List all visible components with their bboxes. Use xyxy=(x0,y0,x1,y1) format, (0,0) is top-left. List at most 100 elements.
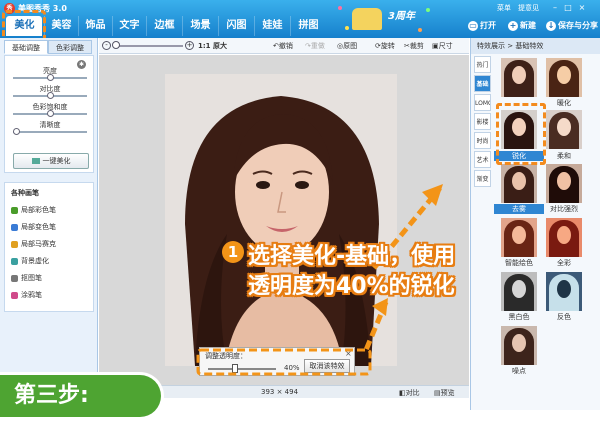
brightness-knob[interactable] xyxy=(46,74,54,81)
menu-link[interactable]: 菜单 xyxy=(497,3,511,13)
effect-label-invert[interactable]: 反色 xyxy=(539,312,589,322)
category-fashion[interactable]: 时尚 xyxy=(474,132,491,149)
feedback-link[interactable]: 提意见 xyxy=(518,3,539,13)
minimize-icon[interactable]: – xyxy=(550,3,560,12)
instruction-line-2: 透明度为40%的锐化 xyxy=(248,274,455,299)
close-icon[interactable]: × xyxy=(577,3,587,12)
effects-breadcrumb: 特效展示 > 基础特效 xyxy=(471,38,600,54)
effect-thumb-soft[interactable] xyxy=(546,110,582,149)
category-gradient[interactable]: 渐变 xyxy=(474,170,491,187)
maximize-icon[interactable]: □ xyxy=(563,3,573,12)
effect-thumb-bw[interactable] xyxy=(501,272,537,311)
zoom-in-icon[interactable]: + xyxy=(185,41,194,50)
effect-thumb-high-contrast[interactable] xyxy=(546,164,582,203)
nav-tab-flash[interactable]: 闪图 xyxy=(218,16,254,36)
sharpness-knob[interactable] xyxy=(13,128,21,135)
effect-thumb-plain[interactable] xyxy=(501,58,537,97)
one-click-beautify-button[interactable]: 一键美化 xyxy=(13,153,89,169)
save-share-button[interactable]: ↓ 保存与分享 xyxy=(546,20,598,31)
nav-tab-accessories[interactable]: 饰品 xyxy=(78,16,112,36)
size-button[interactable]: ▣尺寸 xyxy=(432,41,453,51)
effect-thumb-warm[interactable] xyxy=(546,58,582,97)
step-label: 第三步: xyxy=(0,372,164,420)
image-icon xyxy=(31,158,40,164)
sharpness-slider[interactable] xyxy=(13,131,87,133)
crop-button[interactable]: ✂裁剪 xyxy=(404,41,424,51)
step-number-badge: 1 xyxy=(222,241,244,263)
effect-thumb-smart-color[interactable] xyxy=(501,218,537,257)
brush-icon xyxy=(11,291,18,299)
category-hot[interactable]: 热门 xyxy=(474,56,491,73)
category-studio[interactable]: 影楼 xyxy=(474,113,491,130)
brush-icon xyxy=(11,257,18,265)
category-lomo[interactable]: LOMO xyxy=(474,94,491,111)
face-shape xyxy=(557,172,571,190)
effect-label-bw[interactable]: 黑白色 xyxy=(494,312,544,322)
brush-icon xyxy=(11,206,18,214)
brush-icon xyxy=(11,274,18,282)
original-button[interactable]: ◎原图 xyxy=(337,41,357,51)
effect-thumb-full-color[interactable] xyxy=(546,218,582,257)
nav-tab-beauty[interactable]: 美容 xyxy=(44,16,78,36)
instruction-line-1: 选择美化-基础，使用 xyxy=(248,244,456,269)
preview-button[interactable]: ▤预览 xyxy=(434,388,455,398)
face-shape xyxy=(512,66,526,84)
zoom-knob[interactable] xyxy=(112,41,120,49)
effect-label-full-color[interactable]: 全彩 xyxy=(539,258,589,268)
face-shape xyxy=(512,172,526,190)
nav-tab-text[interactable]: 文字 xyxy=(112,16,146,36)
selected-effect-box xyxy=(496,103,546,165)
effect-label-dehaze[interactable]: 去雾 xyxy=(494,204,544,214)
undo-button[interactable]: ↶撤销 xyxy=(273,41,293,51)
brush-local-recolor[interactable]: 局部变色笔 xyxy=(11,222,56,232)
tab-color-adjust[interactable]: 色彩调整 xyxy=(48,40,92,54)
nav-tab-frame[interactable]: 边框 xyxy=(146,16,182,36)
brush-local-color[interactable]: 局部彩色笔 xyxy=(11,205,56,215)
effect-label-soft[interactable]: 柔和 xyxy=(539,151,589,161)
face-shape xyxy=(512,226,526,244)
brush-background-blur[interactable]: 背景虚化 xyxy=(11,256,49,266)
saturation-knob[interactable] xyxy=(46,110,54,117)
face-shape xyxy=(512,280,526,298)
effect-label-warm[interactable]: 暖化 xyxy=(539,98,589,108)
cake-icon xyxy=(352,8,382,30)
brush-icon xyxy=(11,240,18,248)
brush-icon xyxy=(11,223,18,231)
contrast-knob[interactable] xyxy=(46,92,54,99)
brush-local-mosaic[interactable]: 局部马赛克 xyxy=(11,239,56,249)
actual-size-button[interactable]: 1:1 原大 xyxy=(198,41,227,51)
face-shape xyxy=(512,334,526,352)
folder-icon: ▭ xyxy=(468,20,478,31)
nav-tab-scene[interactable]: 场景 xyxy=(182,16,218,36)
new-button[interactable]: + 新建 xyxy=(508,20,536,31)
left-panel: 基础调整 色彩调整 ✱ 亮度 对比度 色彩饱和度 清晰度 一键美化 各种画笔 局… xyxy=(0,38,98,410)
title-bar: 秀 美图秀秀 3.0 美化 美容 饰品 文字 边框 场景 闪图 娃娃 拼图 3周… xyxy=(0,0,600,38)
effect-thumb-invert[interactable] xyxy=(546,272,582,311)
redo-button[interactable]: ↷重做 xyxy=(305,41,325,51)
banner-text: 3周年 xyxy=(388,11,415,22)
plus-icon: + xyxy=(508,20,518,31)
category-basic[interactable]: 基础 xyxy=(474,75,491,92)
face-shape xyxy=(557,118,571,136)
anniversary-banner: 3周年 xyxy=(330,0,440,38)
zoom-slider[interactable] xyxy=(117,45,183,47)
tab-basic-adjust[interactable]: 基础调整 xyxy=(4,40,48,54)
brush-cutout[interactable]: 抠图笔 xyxy=(11,273,42,283)
nav-tab-doll[interactable]: 娃娃 xyxy=(254,16,290,36)
preview-icon: ▤ xyxy=(434,389,441,397)
effect-label-smart-color[interactable]: 智能绘色 xyxy=(494,258,544,268)
rotate-button[interactable]: ⟳旋转 xyxy=(375,41,395,51)
resize-icon: ▣ xyxy=(432,42,439,50)
compare-button[interactable]: ◧对比 xyxy=(399,388,420,398)
nav-tab-collage[interactable]: 拼图 xyxy=(290,16,326,36)
effect-label-high-contrast[interactable]: 对比强烈 xyxy=(539,204,589,214)
effect-thumb-noise[interactable] xyxy=(501,326,537,365)
effect-thumb-dehaze[interactable] xyxy=(501,164,537,203)
zoom-out-icon[interactable]: - xyxy=(102,41,111,50)
face-shape xyxy=(557,66,571,84)
effect-label-noise[interactable]: 噪点 xyxy=(494,366,544,376)
category-art[interactable]: 艺术 xyxy=(474,151,491,168)
open-button[interactable]: ▭ 打开 xyxy=(468,20,496,31)
brush-doodle[interactable]: 涂鸦笔 xyxy=(11,290,42,300)
save-icon: ↓ xyxy=(546,20,556,31)
